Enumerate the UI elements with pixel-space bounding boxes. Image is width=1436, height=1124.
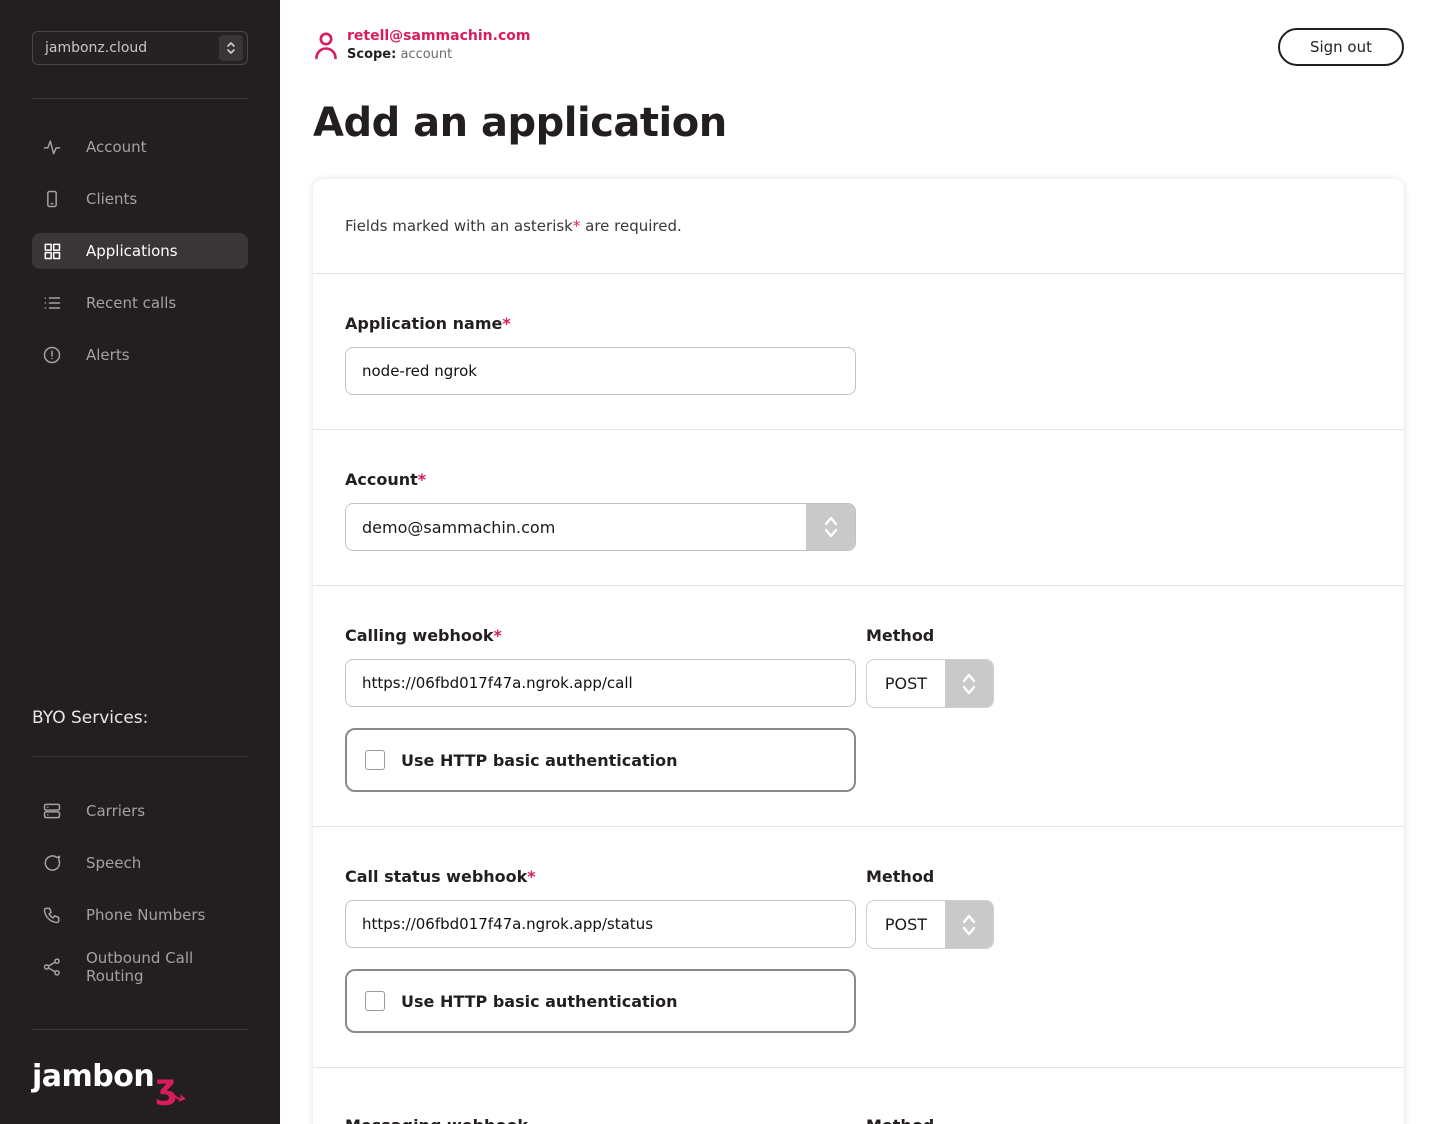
sidebar-item-outbound-call-routing[interactable]: Outbound Call Routing xyxy=(32,949,248,985)
sidebar-item-label: Applications xyxy=(86,242,178,260)
call-status-webhook-basic-auth-toggle[interactable]: Use HTTP basic authentication xyxy=(345,969,856,1033)
sidebar-item-label: Recent calls xyxy=(86,294,177,312)
sidebar-item-label: Carriers xyxy=(86,802,146,820)
byo-services-heading: BYO Services: xyxy=(32,708,149,728)
asterisk: * xyxy=(417,470,427,489)
asterisk: * xyxy=(502,314,511,333)
calling-webhook-label: Calling webhook* xyxy=(345,626,502,645)
sidebar-item-speech[interactable]: Speech xyxy=(32,845,248,881)
sign-out-button[interactable]: Sign out xyxy=(1277,28,1404,66)
chevron-up-down-icon xyxy=(945,660,993,707)
account-label: Account* xyxy=(345,470,427,489)
grid-icon xyxy=(42,241,62,261)
method-label: Method xyxy=(866,626,935,645)
sidebar: jambonz.cloud Account Clients Applicatio… xyxy=(0,0,280,1124)
user-chip: retell@sammachin.com Scope: account xyxy=(313,28,530,65)
activity-icon xyxy=(42,137,62,157)
mobile-icon xyxy=(42,189,62,209)
calling-webhook-input[interactable] xyxy=(345,659,856,707)
jambonz-logo-text: jambon xyxy=(32,1059,155,1094)
add-application-form-card: Fields marked with an asterisk * are requ… xyxy=(313,179,1404,1124)
list-icon xyxy=(42,293,62,313)
application-name-section: Application name* xyxy=(313,273,1404,429)
sidebar-item-account[interactable]: Account xyxy=(32,129,248,165)
phone-icon xyxy=(42,905,62,925)
sidebar-nav: Account Clients Applications Recent call… xyxy=(32,129,248,389)
user-scope: Scope: account xyxy=(347,47,530,62)
speech-bubble-icon xyxy=(42,853,62,873)
basic-auth-label: Use HTTP basic authentication xyxy=(401,750,678,770)
tenant-select[interactable]: jambonz.cloud xyxy=(32,31,248,65)
user-identity: retell@sammachin.com Scope: account xyxy=(347,28,530,62)
user-email: retell@sammachin.com xyxy=(347,28,531,44)
call-status-webhook-method-select[interactable]: POST xyxy=(866,900,994,949)
calling-webhook-section: Calling webhook* Method POST xyxy=(313,585,1404,826)
jambonz-logo: jambon ʒ xyxy=(32,1059,248,1104)
top-bar: retell@sammachin.com Scope: account Sign… xyxy=(313,28,1404,66)
messaging-webhook-section: Messaging webhook Method xyxy=(313,1067,1404,1124)
chevron-up-down-icon xyxy=(806,504,855,550)
call-status-webhook-input[interactable] xyxy=(345,900,856,948)
checkbox-icon[interactable] xyxy=(365,991,385,1011)
user-icon xyxy=(313,31,339,65)
scope-value: account xyxy=(400,46,453,62)
sidebar-item-applications[interactable]: Applications xyxy=(32,233,248,269)
sidebar-item-recent-calls[interactable]: Recent calls xyxy=(32,285,248,321)
sidebar-item-label: Speech xyxy=(86,854,142,872)
app-root: jambonz.cloud Account Clients Applicatio… xyxy=(0,0,1436,1124)
sidebar-byo-nav: Carriers Speech Phone Numbers Outbound C… xyxy=(32,793,248,1001)
sidebar-item-alerts[interactable]: Alerts xyxy=(32,337,248,373)
server-icon xyxy=(42,801,62,821)
basic-auth-label: Use HTTP basic authentication xyxy=(401,991,678,1011)
account-select-value: demo@sammachin.com xyxy=(362,517,556,537)
account-select[interactable]: demo@sammachin.com xyxy=(345,503,856,551)
account-section: Account* demo@sammachin.com xyxy=(313,429,1404,585)
jambonz-logo-arrow-icon xyxy=(170,1088,187,1107)
call-status-webhook-section: Call status webhook* Method POST xyxy=(313,826,1404,1067)
sidebar-item-label: Account xyxy=(86,138,147,156)
required-note-text: are required. xyxy=(580,217,682,235)
method-select-value: POST xyxy=(884,915,928,934)
method-select-value: POST xyxy=(884,674,928,693)
calling-webhook-method-select[interactable]: POST xyxy=(866,659,994,708)
page-title: Add an application xyxy=(313,100,727,146)
share-network-icon xyxy=(42,957,62,977)
method-label: Method xyxy=(866,1116,994,1124)
asterisk: * xyxy=(527,867,536,886)
sidebar-item-label: Alerts xyxy=(86,346,130,364)
sidebar-item-phone-numbers[interactable]: Phone Numbers xyxy=(32,897,248,933)
method-label: Method xyxy=(866,867,935,886)
chevron-up-down-icon xyxy=(219,35,243,61)
sidebar-item-clients[interactable]: Clients xyxy=(32,181,248,217)
calling-webhook-basic-auth-toggle[interactable]: Use HTTP basic authentication xyxy=(345,728,856,792)
application-name-label: Application name* xyxy=(345,314,511,333)
sidebar-item-carriers[interactable]: Carriers xyxy=(32,793,248,829)
application-name-input[interactable] xyxy=(345,347,856,395)
chevron-up-down-icon xyxy=(945,901,993,948)
sidebar-item-label: Phone Numbers xyxy=(86,906,206,924)
scope-label: Scope: xyxy=(347,46,397,62)
sidebar-divider xyxy=(32,1029,248,1030)
sidebar-divider xyxy=(32,756,248,757)
tenant-select-value: jambonz.cloud xyxy=(45,40,148,56)
required-note-text: Fields marked with an asterisk xyxy=(345,217,573,235)
asterisk: * xyxy=(493,626,502,645)
sidebar-item-label: Outbound Call Routing xyxy=(86,949,194,985)
alert-circle-icon xyxy=(42,345,62,365)
checkbox-icon[interactable] xyxy=(365,750,385,770)
messaging-webhook-label: Messaging webhook xyxy=(345,1116,856,1124)
call-status-webhook-label: Call status webhook* xyxy=(345,867,536,886)
main-content: retell@sammachin.com Scope: account Sign… xyxy=(280,0,1436,1124)
sidebar-divider xyxy=(32,98,248,99)
required-note: Fields marked with an asterisk* are requ… xyxy=(313,179,1404,273)
sidebar-item-label: Clients xyxy=(86,190,138,208)
